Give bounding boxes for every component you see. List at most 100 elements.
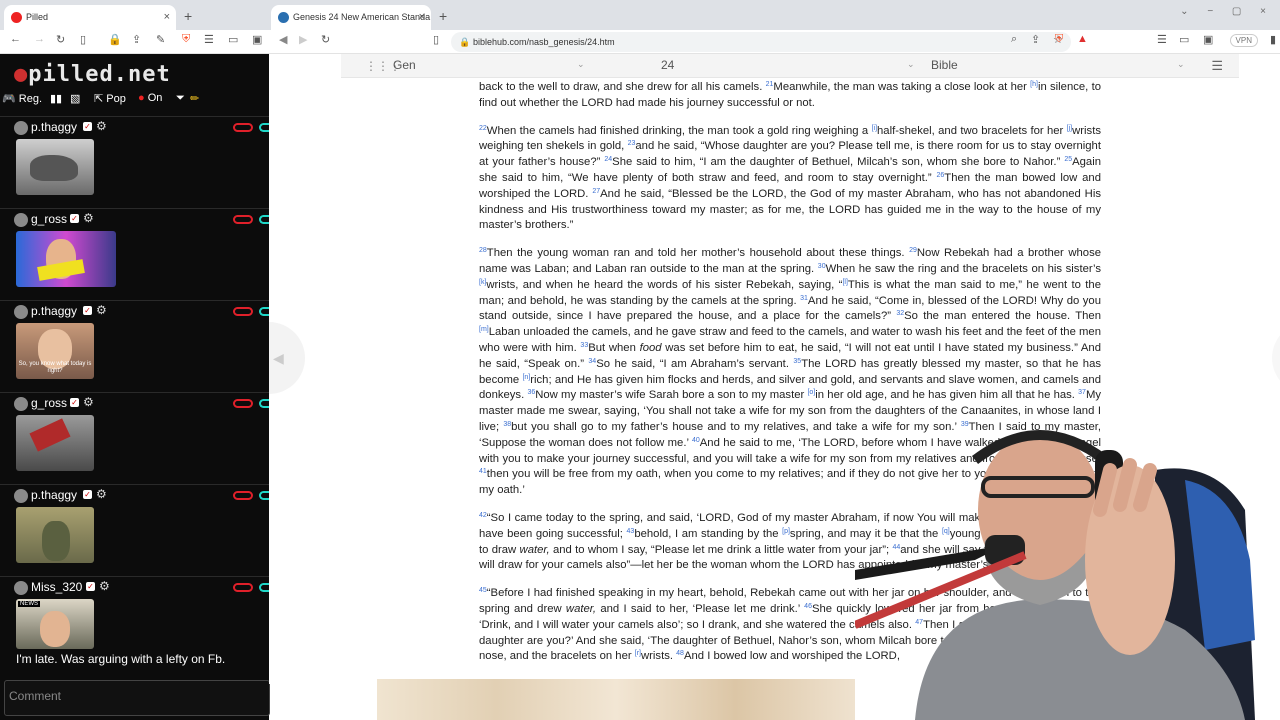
scripture-paragraph: back to the well to draw, and she drew f… — [479, 81, 1101, 109]
edit-icon[interactable]: ✎ — [156, 33, 165, 46]
window-controls-icon[interactable]: ⌄ − ▢ × — [1180, 6, 1274, 17]
sidebar-icon[interactable]: ▭ — [228, 33, 238, 46]
username[interactable]: p.thaggy — [31, 120, 77, 134]
forward-icon[interactable]: → — [34, 33, 45, 45]
avatar[interactable] — [14, 305, 28, 319]
gear-icon[interactable]: ⚙ — [96, 487, 107, 501]
gear-icon[interactable]: ⚙ — [83, 395, 94, 409]
message-image[interactable] — [16, 139, 94, 195]
back-icon[interactable]: ◀ — [279, 33, 287, 46]
hamburger-menu-icon[interactable]: ☰ — [1211, 58, 1223, 74]
reload-icon[interactable]: ↻ — [321, 33, 330, 46]
username[interactable]: g_ross — [31, 212, 67, 226]
status-indicator-secondary — [259, 583, 269, 592]
gear-icon[interactable]: ⚙ — [99, 579, 110, 593]
forward-icon[interactable]: ▶ — [299, 33, 307, 46]
bookmark-icon[interactable]: ▯ — [80, 33, 86, 46]
menu-lines-icon[interactable]: ☰ — [204, 33, 214, 46]
avatar[interactable] — [14, 489, 28, 503]
page-bottom — [270, 679, 377, 720]
verified-icon: ✓ — [83, 122, 92, 131]
username[interactable]: p.thaggy — [31, 304, 77, 318]
image-icon[interactable]: ▧ — [70, 92, 80, 105]
new-tab-icon[interactable]: + — [184, 8, 192, 24]
status-indicator — [233, 215, 253, 224]
message-image[interactable] — [16, 231, 116, 287]
status-indicator — [233, 583, 253, 592]
username[interactable]: Miss_320 — [31, 580, 82, 594]
avatar[interactable] — [14, 213, 28, 227]
next-chapter-button[interactable] — [1272, 322, 1280, 394]
avatar[interactable] — [14, 121, 28, 135]
site-logo: ●pilled.net — [14, 62, 171, 87]
zoom-icon[interactable]: ⌕ — [1011, 33, 1017, 46]
register-button[interactable]: 🎮 Reg. — [2, 92, 42, 105]
avatar[interactable] — [14, 397, 28, 411]
chapter-select[interactable]: 24 — [661, 58, 674, 72]
chevron-down-icon: ⌄ — [1177, 59, 1185, 69]
status-indicator — [233, 307, 253, 316]
globe-favicon-icon — [278, 12, 289, 23]
pencil-icon[interactable]: ✏ — [190, 92, 199, 105]
username[interactable]: p.thaggy — [31, 488, 77, 502]
tab-pilled[interactable]: Pilled × — [4, 5, 176, 30]
previous-chapter-button[interactable]: ◀ — [269, 322, 305, 394]
profile-icon[interactable]: ▮ — [1270, 33, 1276, 46]
gamepad-icon: 🎮 — [2, 93, 16, 105]
sidebar-icon[interactable]: ▭ — [1179, 33, 1189, 46]
status-indicator — [233, 123, 253, 132]
message-image[interactable]: So, you know what today is right? — [16, 323, 94, 379]
brave-shield-icon[interactable]: ⛨ — [1055, 33, 1063, 46]
avatar[interactable] — [14, 581, 28, 595]
menu-lines-icon[interactable]: ☰ — [1157, 33, 1167, 46]
tab-genesis[interactable]: Genesis 24 New American Standa × — [271, 5, 431, 30]
popout-button[interactable]: ⇱ Pop — [94, 92, 126, 105]
status-indicator — [233, 399, 253, 408]
wallet-icon[interactable]: ▣ — [252, 33, 262, 46]
gear-icon[interactable]: ⚙ — [96, 119, 107, 133]
vpn-button[interactable]: VPN — [1229, 34, 1258, 47]
reload-icon[interactable]: ↻ — [56, 33, 65, 46]
message-image[interactable]: NEWS — [16, 599, 94, 649]
chat-message: p.thaggy ✓ ⚙ So, you know what today is … — [0, 300, 269, 392]
tab-close-icon[interactable]: × — [164, 5, 170, 30]
verified-icon: ✓ — [70, 214, 79, 223]
share-icon[interactable]: ⇪ — [132, 33, 141, 46]
status-indicator — [233, 491, 253, 500]
filter-icon[interactable]: ⏷ — [176, 92, 185, 105]
chat-message: g_ross ✓ ⚙ — [0, 392, 269, 484]
back-icon[interactable]: ← — [10, 33, 21, 45]
image-caption: So, you know what today is right? — [18, 361, 92, 374]
status-indicator-secondary — [259, 491, 269, 500]
verified-icon: ✓ — [70, 398, 79, 407]
gear-icon[interactable]: ⚙ — [96, 303, 107, 317]
pill-icon: ● — [138, 92, 145, 104]
sound-toggle[interactable]: ● On — [138, 92, 162, 104]
tab-close-icon[interactable]: × — [419, 5, 425, 30]
book-select[interactable]: Gen — [393, 58, 416, 72]
gear-icon[interactable]: ⚙ — [83, 211, 94, 225]
username[interactable]: g_ross — [31, 396, 67, 410]
wallet-icon[interactable]: ▣ — [1203, 33, 1213, 46]
comment-input[interactable]: Comment — [4, 680, 270, 716]
message-image[interactable] — [16, 415, 94, 471]
address-bar[interactable]: 🔒 biblehub.com/nasb_genesis/24.htm — [451, 32, 1071, 52]
version-select[interactable]: Bible — [931, 58, 958, 72]
status-indicator-secondary — [259, 215, 269, 224]
new-tab-icon[interactable]: + — [439, 8, 447, 24]
columns-icon[interactable]: ▮▮ — [50, 92, 62, 105]
share-icon[interactable]: ⇪ — [1031, 33, 1040, 46]
pilled-favicon-icon — [11, 12, 22, 23]
status-indicator-secondary — [259, 123, 269, 132]
chat-message: g_ross ✓ ⚙ — [0, 208, 269, 300]
chat-toolbar: 🎮 Reg. ▮▮ ▧ ⇱ Pop ● On ⏷ ✏ — [0, 90, 269, 110]
status-indicator-secondary — [259, 307, 269, 316]
webcam-overlay — [855, 420, 1280, 720]
popout-icon: ⇱ — [94, 93, 104, 105]
message-image[interactable] — [16, 507, 94, 563]
tab-title: Pilled — [26, 12, 49, 22]
bookmark-icon[interactable]: ▯ — [433, 33, 439, 46]
brave-rewards-icon[interactable]: ▲ — [1077, 33, 1088, 45]
scripture-paragraph: 22When the camels had finished drinking,… — [479, 124, 1102, 232]
brave-shield-icon[interactable]: ⛨ — [182, 33, 190, 46]
